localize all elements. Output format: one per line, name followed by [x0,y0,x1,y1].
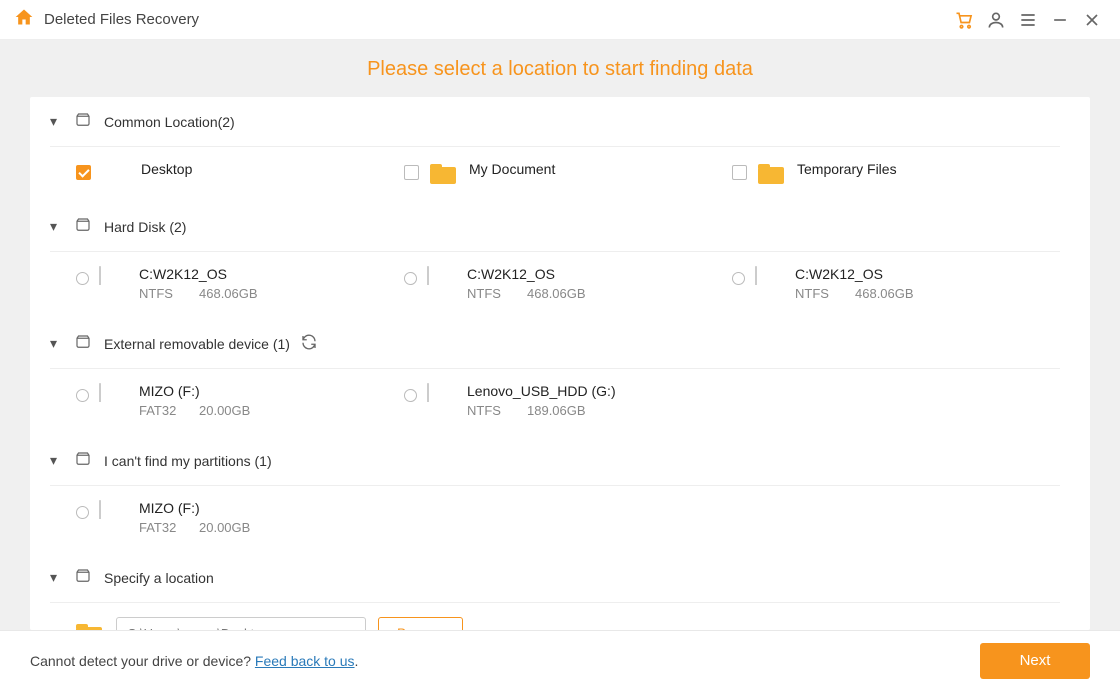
chevron-down-icon[interactable]: ▾ [50,218,64,235]
location-label: My Document [469,161,555,177]
drive-icon [755,267,783,289]
section-external-header[interactable]: ▾ External removable device (1) [50,319,1060,369]
checkbox-mydocument[interactable] [404,165,419,180]
monitor-icon [102,162,128,184]
chevron-down-icon[interactable]: ▾ [50,569,64,586]
radio-drive[interactable] [76,506,89,519]
drive-outline-icon [74,450,92,471]
drive-name: MIZO (F:) [139,383,250,399]
user-icon[interactable] [982,6,1010,34]
drive-c-1[interactable]: C:W2K12_OS NTFS468.06GB [404,266,732,301]
drive-outline-icon [74,567,92,588]
footer-msg-suffix: . [355,653,359,669]
section-common-label: Common Location(2) [104,114,235,130]
instruction-text: Please select a location to start findin… [0,40,1120,97]
browse-button[interactable]: Browse [378,617,463,630]
drive-name: Lenovo_USB_HDD (G:) [467,383,616,399]
radio-drive[interactable] [76,272,89,285]
drive-name: MIZO (F:) [139,500,250,516]
refresh-icon[interactable] [300,333,318,354]
path-input[interactable] [116,617,366,630]
location-mydocument[interactable]: My Document [404,161,732,184]
page-title: Deleted Files Recovery [44,11,199,28]
chevron-down-icon[interactable]: ▾ [50,113,64,130]
next-button[interactable]: Next [980,643,1090,679]
footer-msg-prefix: Cannot detect your drive or device? [30,653,255,669]
drive-icon [427,267,455,289]
radio-drive[interactable] [404,272,417,285]
location-label: Temporary Files [797,161,897,177]
footer: Cannot detect your drive or device? Feed… [0,630,1120,690]
drive-icon [427,384,455,406]
radio-drive[interactable] [404,389,417,402]
radio-drive[interactable] [76,389,89,402]
minimize-icon[interactable] [1046,6,1074,34]
location-label: Desktop [141,161,192,177]
close-icon[interactable] [1078,6,1106,34]
location-panel: ▾ Common Location(2) Desktop My Document [30,97,1090,630]
drive-name: C:W2K12_OS [795,266,914,282]
feedback-link[interactable]: Feed back to us [255,653,355,669]
section-external-label: External removable device (1) [104,336,290,352]
drive-mizo-f-lost[interactable]: MIZO (F:) FAT3220.00GB [76,500,404,535]
section-cantfind-label: I can't find my partitions (1) [104,453,272,469]
drive-mizo-f[interactable]: MIZO (F:) FAT3220.00GB [76,383,404,418]
home-icon[interactable] [14,7,34,32]
menu-icon[interactable] [1014,6,1042,34]
section-harddisk-label: Hard Disk (2) [104,219,186,235]
checkbox-desktop[interactable] [76,165,91,180]
drive-icon [99,384,127,406]
drive-outline-icon [74,333,92,354]
location-temporary[interactable]: Temporary Files [732,161,1060,184]
drive-c-2[interactable]: C:W2K12_OS NTFS468.06GB [732,266,1060,301]
location-desktop[interactable]: Desktop [76,161,404,184]
drive-lenovo-g[interactable]: Lenovo_USB_HDD (G:) NTFS189.06GB [404,383,732,418]
cart-icon[interactable] [950,6,978,34]
chevron-down-icon[interactable]: ▾ [50,335,64,352]
section-specify-header[interactable]: ▾ Specify a location [50,553,1060,603]
folder-icon [758,162,784,184]
drive-icon [99,501,127,523]
folder-icon [430,162,456,184]
checkbox-temporary[interactable] [732,165,747,180]
radio-drive[interactable] [732,272,745,285]
chevron-down-icon[interactable]: ▾ [50,452,64,469]
titlebar: Deleted Files Recovery [0,0,1120,40]
drive-name: C:W2K12_OS [467,266,586,282]
section-common-header[interactable]: ▾ Common Location(2) [50,97,1060,147]
drive-name: C:W2K12_OS [139,266,258,282]
drive-outline-icon [74,216,92,237]
section-specify-label: Specify a location [104,570,214,586]
drive-outline-icon [74,111,92,132]
section-harddisk-header[interactable]: ▾ Hard Disk (2) [50,202,1060,252]
folder-icon [76,622,102,630]
drive-c-0[interactable]: C:W2K12_OS NTFS468.06GB [76,266,404,301]
drive-icon [99,267,127,289]
section-cantfind-header[interactable]: ▾ I can't find my partitions (1) [50,436,1060,486]
